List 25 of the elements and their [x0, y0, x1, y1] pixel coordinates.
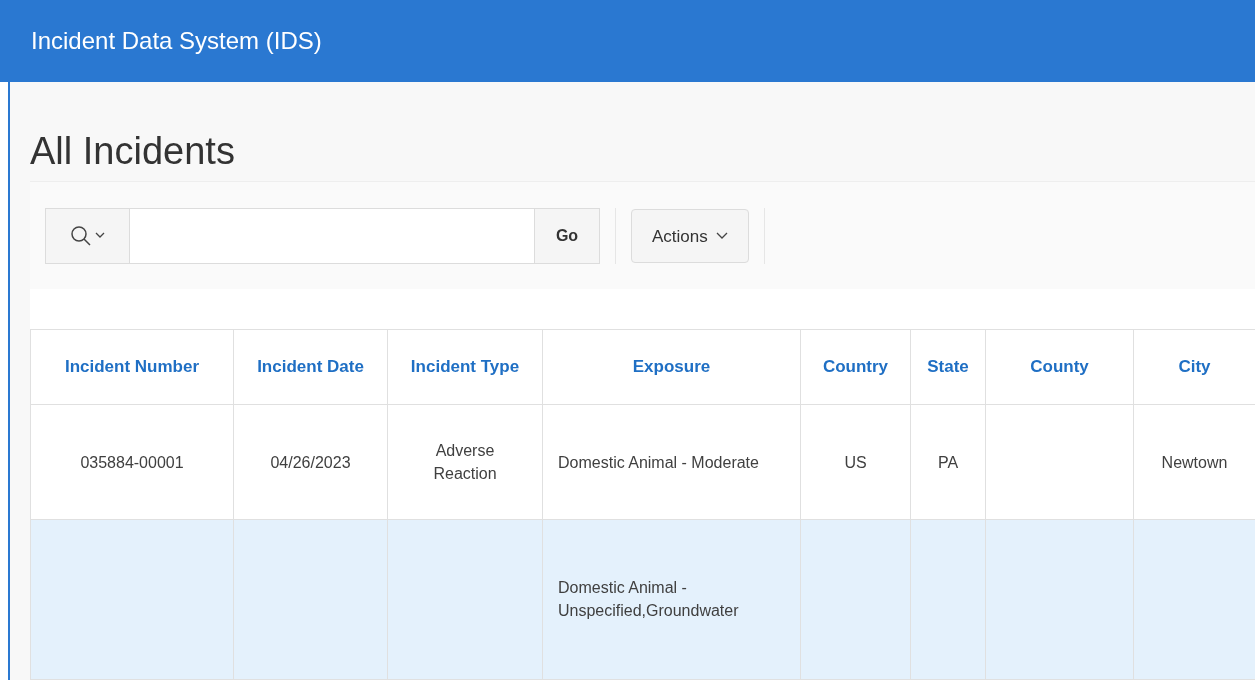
actions-button[interactable]: Actions: [631, 209, 749, 264]
table-cell: 04/26/2023: [270, 453, 351, 471]
search-field[interactable]: Go: [45, 208, 600, 265]
column-header[interactable]: Incident Date: [257, 356, 364, 378]
table-cell: Adverse Reaction: [433, 442, 497, 482]
search-icon: [69, 225, 106, 248]
column-header[interactable]: Exposure: [632, 356, 711, 378]
app-title: Incident Data System (IDS): [31, 26, 322, 56]
caret-icon: [715, 232, 728, 241]
table-cell: US: [844, 453, 867, 471]
table-cell: Domestic Animal - Unspecified,Groundwater: [558, 579, 739, 619]
column-header[interactable]: County: [1030, 356, 1089, 378]
column-header[interactable]: Country: [822, 356, 889, 378]
search-menu-button[interactable]: [46, 209, 130, 264]
table-cell: Newtown: [1161, 453, 1228, 471]
go-button[interactable]: Go: [534, 209, 599, 264]
table-cell: PA: [937, 453, 959, 471]
table-row[interactable]: 035884-00001 04/26/2023 Adverse Reaction Domestic Animal - Moderate US PA Newtown: [30, 404, 1255, 520]
table-row[interactable]: Domestic Animal - Unspecified,Groundwater: [30, 519, 1255, 680]
table-cell: Domestic Animal - Moderate: [558, 453, 759, 471]
column-header[interactable]: State: [927, 356, 969, 378]
column-header[interactable]: Incident Number: [64, 356, 200, 378]
table-cell: 035884-00001: [80, 453, 184, 471]
column-header[interactable]: City: [1178, 356, 1211, 378]
page-title: All Incidents: [30, 129, 235, 175]
